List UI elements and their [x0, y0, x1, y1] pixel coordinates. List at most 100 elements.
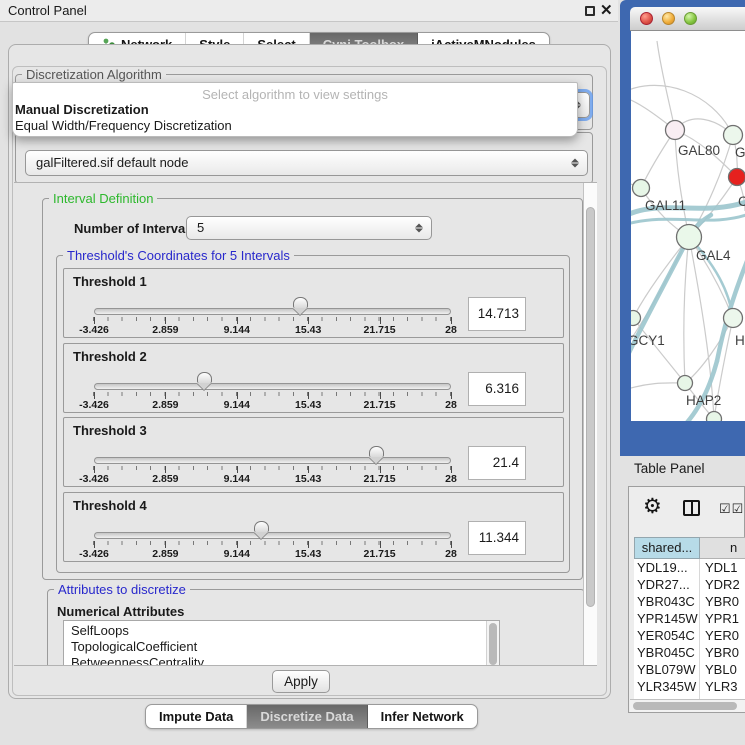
algorithm-popup-prompt: Select algorithm to view settings [13, 87, 577, 102]
network-canvas[interactable]: GAL80GACGAL11GAL4GCY1HHAP2 [631, 31, 745, 421]
minimize-traffic-light-icon[interactable] [662, 12, 675, 25]
attribute-item-topologicalcoefficient[interactable]: TopologicalCoefficient [64, 639, 499, 655]
slider-major-tick [451, 392, 452, 399]
table-row[interactable]: YLR345WYLR3 [634, 678, 745, 695]
table-row[interactable]: YPR145WYPR1 [634, 610, 745, 627]
node-h[interactable] [724, 309, 743, 328]
slider-tick-label: 15.43 [284, 473, 332, 485]
table-row[interactable]: YER054CYER0 [634, 627, 745, 644]
settings-gear-icon[interactable]: ⚙ [643, 494, 662, 519]
slider-knob[interactable] [369, 446, 384, 457]
cell-name: YER0 [700, 627, 745, 644]
slider-major-tick [451, 317, 452, 324]
numerical-attributes-list[interactable]: SelfLoopsTopologicalCoefficientBetweenne… [63, 620, 500, 666]
table-hscrollbar[interactable] [630, 699, 745, 712]
slider-tick-label: -3.426 [70, 548, 118, 560]
checkbox-icons[interactable]: ☑☑ [719, 501, 744, 517]
slider-major-tick [94, 392, 95, 399]
slider-minor-ticks [93, 466, 452, 470]
slider-knob[interactable] [197, 372, 212, 383]
node-gal11[interactable] [633, 180, 650, 197]
algorithm-option-equal-width-frequency-discretization[interactable]: Equal Width/Frequency Discretization [15, 118, 232, 133]
cell-name: YBR0 [700, 644, 745, 661]
network-view-window: GAL80GACGAL11GAL4GCY1HHAP2 [620, 0, 745, 456]
slider-major-tick [237, 392, 238, 399]
node-label: GAL80 [678, 143, 720, 158]
attributes-group-title: Attributes to discretize [54, 582, 190, 597]
threshold-value-field[interactable]: 6.316 [468, 372, 526, 406]
slider-tick-label: 15.43 [284, 399, 332, 411]
slider-major-tick [94, 466, 95, 473]
table-row[interactable]: YBR043CYBR0 [634, 593, 745, 610]
tab-label: Infer Network [381, 709, 464, 724]
threshold-box-2: Threshold 2-3.4262.8599.14415.4321.71528… [63, 343, 564, 413]
slider-major-tick [165, 392, 166, 399]
node-ga[interactable] [724, 126, 743, 145]
threshold-value-field[interactable]: 14.713 [468, 297, 526, 331]
node-gcy1[interactable] [631, 311, 641, 326]
tab-impute-data[interactable]: Impute Data [146, 705, 247, 728]
slider-major-tick [308, 541, 309, 548]
combo-arrows-icon [415, 224, 423, 233]
control-panel-titlebar: Control Panel ✕ [0, 0, 618, 22]
slider-major-tick [308, 392, 309, 399]
cell-name: YDR2 [700, 576, 745, 593]
slider-knob[interactable] [254, 521, 269, 532]
attribute-item-selfloops[interactable]: SelfLoops [64, 621, 499, 639]
table-row[interactable]: YBL079WYBL0 [634, 661, 745, 678]
slider-track[interactable] [94, 383, 451, 390]
threshold-value-field[interactable]: 11.344 [468, 521, 526, 555]
slider-tick-label: 15.43 [284, 548, 332, 560]
control-panel-title: Control Panel [8, 3, 87, 18]
table-data-combo[interactable]: galFiltered.sif default node [25, 150, 588, 176]
node-gal4[interactable] [677, 225, 702, 250]
node-unlabeled[interactable] [707, 412, 722, 422]
close-icon[interactable]: ✕ [600, 1, 613, 19]
slider-minor-ticks [93, 392, 452, 396]
table-row[interactable]: YBR045CYBR0 [634, 644, 745, 661]
cell-shared-name: YER054C [634, 627, 700, 644]
node-label: C [738, 194, 745, 209]
slider-major-tick [165, 317, 166, 324]
list-scrollbar[interactable] [486, 621, 499, 666]
numerical-attributes-label: Numerical Attributes [57, 604, 184, 619]
network-window-titlebar [630, 7, 745, 31]
split-columns-icon[interactable] [683, 500, 700, 516]
slider-track[interactable] [94, 457, 451, 464]
table-rows: YDL19...YDL1YDR27...YDR2YBR043CYBR0YPR14… [634, 559, 745, 699]
threshold-label: Threshold 4 [73, 498, 147, 513]
slider-tick-label: -3.426 [70, 473, 118, 485]
close-traffic-light-icon[interactable] [640, 12, 653, 25]
attributes-group: Attributes to discretize Numerical Attri… [47, 589, 585, 666]
column-header-shared[interactable]: shared... [634, 537, 700, 559]
threshold-value-field[interactable]: 21.4 [468, 446, 526, 480]
table-row[interactable]: YDL19...YDL1 [634, 559, 745, 576]
list-scrollbar-thumb[interactable] [489, 623, 497, 665]
algorithm-option-manual-discretization[interactable]: Manual Discretization [15, 102, 149, 117]
tab-discretize-data[interactable]: Discretize Data [247, 705, 367, 728]
attribute-item-betweennesscentrality[interactable]: BetweennessCentrality [64, 655, 499, 666]
cell-shared-name: YBL079W [634, 661, 700, 678]
slider-track[interactable] [94, 532, 451, 539]
table-hscrollbar-thumb[interactable] [633, 702, 737, 710]
apply-button[interactable]: Apply [272, 670, 330, 693]
node-hap2[interactable] [678, 376, 693, 391]
float-window-icon[interactable] [585, 6, 595, 16]
node-c[interactable] [729, 169, 745, 186]
slider-major-tick [451, 541, 452, 548]
number-of-intervals-combo[interactable]: 5 [186, 216, 432, 240]
slider-track[interactable] [94, 308, 451, 315]
slider-knob[interactable] [293, 297, 308, 308]
zoom-traffic-light-icon[interactable] [684, 12, 697, 25]
settings-scrollbar[interactable] [583, 183, 597, 665]
interval-definition-group-title: Interval Definition [49, 191, 157, 206]
table-row[interactable]: YDR27...YDR2 [634, 576, 745, 593]
slider-tick-label: 21.715 [356, 473, 404, 485]
column-header-name[interactable]: n [700, 537, 745, 559]
node-gal80[interactable] [666, 121, 685, 140]
slider-minor-ticks [93, 317, 452, 321]
combo-arrows-icon [571, 159, 579, 168]
tab-infer-network[interactable]: Infer Network [368, 705, 477, 728]
slider-tick-label: 2.859 [141, 324, 189, 336]
settings-scrollbar-thumb[interactable] [586, 207, 595, 607]
